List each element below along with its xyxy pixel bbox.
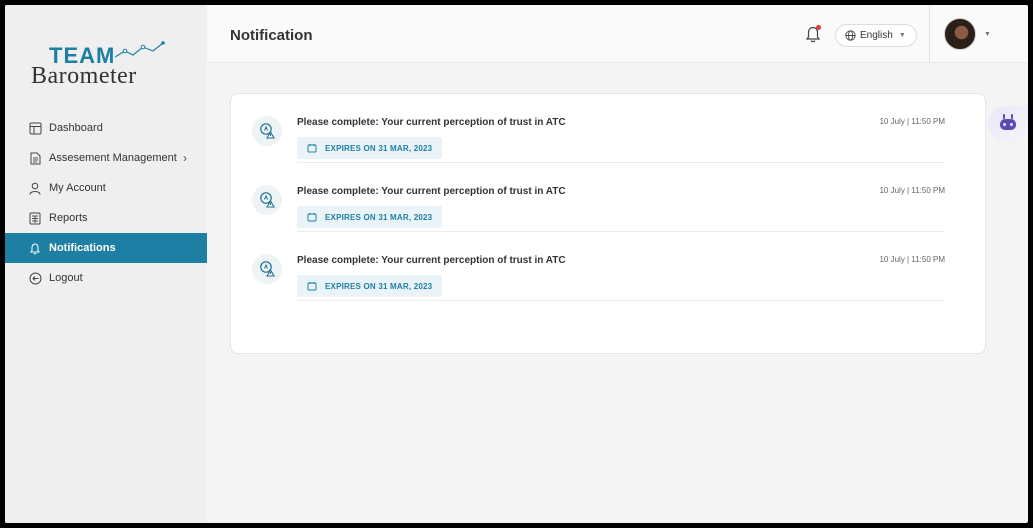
app-frame: TEAM Barometer Dashboard Assesement Mana… xyxy=(5,5,1028,523)
sidebar-item-label: Notifications xyxy=(49,242,116,254)
sidebar-item-dashboard[interactable]: Dashboard xyxy=(5,113,207,143)
robot-eye xyxy=(1010,123,1013,126)
calendar-icon xyxy=(307,143,317,153)
expiry-text: EXPIRES ON 31 MAR, 2023 xyxy=(325,143,433,153)
sidebar-item-label: My Account xyxy=(49,182,106,194)
sidebar-item-notifications[interactable]: Notifications xyxy=(5,233,207,263)
calendar-icon xyxy=(307,281,317,291)
sidebar-item-assessment-management[interactable]: Assesement Management › xyxy=(5,143,207,173)
dashboard-icon xyxy=(28,121,42,135)
logo-line-2: Barometer xyxy=(31,63,137,89)
notification-time: 10 July | 11:50 PM xyxy=(879,186,945,195)
bell-icon xyxy=(28,241,42,255)
notification-time: 10 July | 11:50 PM xyxy=(879,117,945,126)
expiry-text: EXPIRES ON 31 MAR, 2023 xyxy=(325,281,433,291)
calendar-icon xyxy=(307,212,317,222)
document-icon xyxy=(28,151,42,165)
chatbot-launcher[interactable] xyxy=(988,106,1028,142)
sidebar: TEAM Barometer Dashboard Assesement Mana… xyxy=(5,5,207,523)
chevron-right-icon[interactable]: › xyxy=(183,151,187,165)
reports-icon xyxy=(28,211,42,225)
notification-item[interactable]: Please complete: Your current perception… xyxy=(231,163,987,232)
expiry-badge: EXPIRES ON 31 MAR, 2023 xyxy=(297,206,443,228)
notifications-card: Please complete: Your current perception… xyxy=(230,93,986,354)
divider xyxy=(297,300,945,301)
caret-down-icon: ▼ xyxy=(898,32,906,39)
user-icon xyxy=(28,181,42,195)
sidebar-item-reports[interactable]: Reports xyxy=(5,203,207,233)
profile-caret-icon[interactable]: ▼ xyxy=(984,31,991,38)
expiry-badge: EXPIRES ON 31 MAR, 2023 xyxy=(297,275,443,297)
sidebar-item-label: Reports xyxy=(49,212,88,224)
page-title: Notification xyxy=(230,27,313,44)
notification-text: Please complete: Your current perception… xyxy=(297,117,566,128)
logout-icon xyxy=(28,271,42,285)
language-value: English xyxy=(860,30,893,41)
sidebar-item-logout[interactable]: Logout xyxy=(5,263,207,293)
assessment-alert-icon xyxy=(252,116,282,146)
assessment-alert-icon xyxy=(252,254,282,284)
notification-item[interactable]: Please complete: Your current perception… xyxy=(231,94,987,163)
sidebar-item-label: Assesement Management xyxy=(49,152,177,164)
sidebar-nav: Dashboard Assesement Management › My Acc… xyxy=(5,113,207,293)
globe-icon xyxy=(845,30,856,41)
language-select[interactable]: English ▼ xyxy=(835,24,917,47)
expiry-text: EXPIRES ON 31 MAR, 2023 xyxy=(325,212,433,222)
assessment-alert-icon xyxy=(252,185,282,215)
header-divider xyxy=(929,5,930,63)
sidebar-item-label: Dashboard xyxy=(49,122,103,134)
trend-line-icon xyxy=(114,41,165,58)
robot-icon xyxy=(1000,119,1016,130)
sidebar-item-my-account[interactable]: My Account xyxy=(5,173,207,203)
notification-text: Please complete: Your current perception… xyxy=(297,255,566,266)
user-avatar[interactable] xyxy=(944,18,976,50)
notification-item[interactable]: Please complete: Your current perception… xyxy=(231,232,987,301)
expiry-badge: EXPIRES ON 31 MAR, 2023 xyxy=(297,137,443,159)
sidebar-item-label: Logout xyxy=(49,272,83,284)
top-header: Notification English ▼ ▼ xyxy=(207,5,1028,63)
notification-time: 10 July | 11:50 PM xyxy=(879,255,945,264)
notification-text: Please complete: Your current perception… xyxy=(297,186,566,197)
team-barometer-logo[interactable]: TEAM Barometer xyxy=(31,41,181,91)
robot-eye xyxy=(1003,123,1006,126)
unread-indicator xyxy=(816,25,821,30)
